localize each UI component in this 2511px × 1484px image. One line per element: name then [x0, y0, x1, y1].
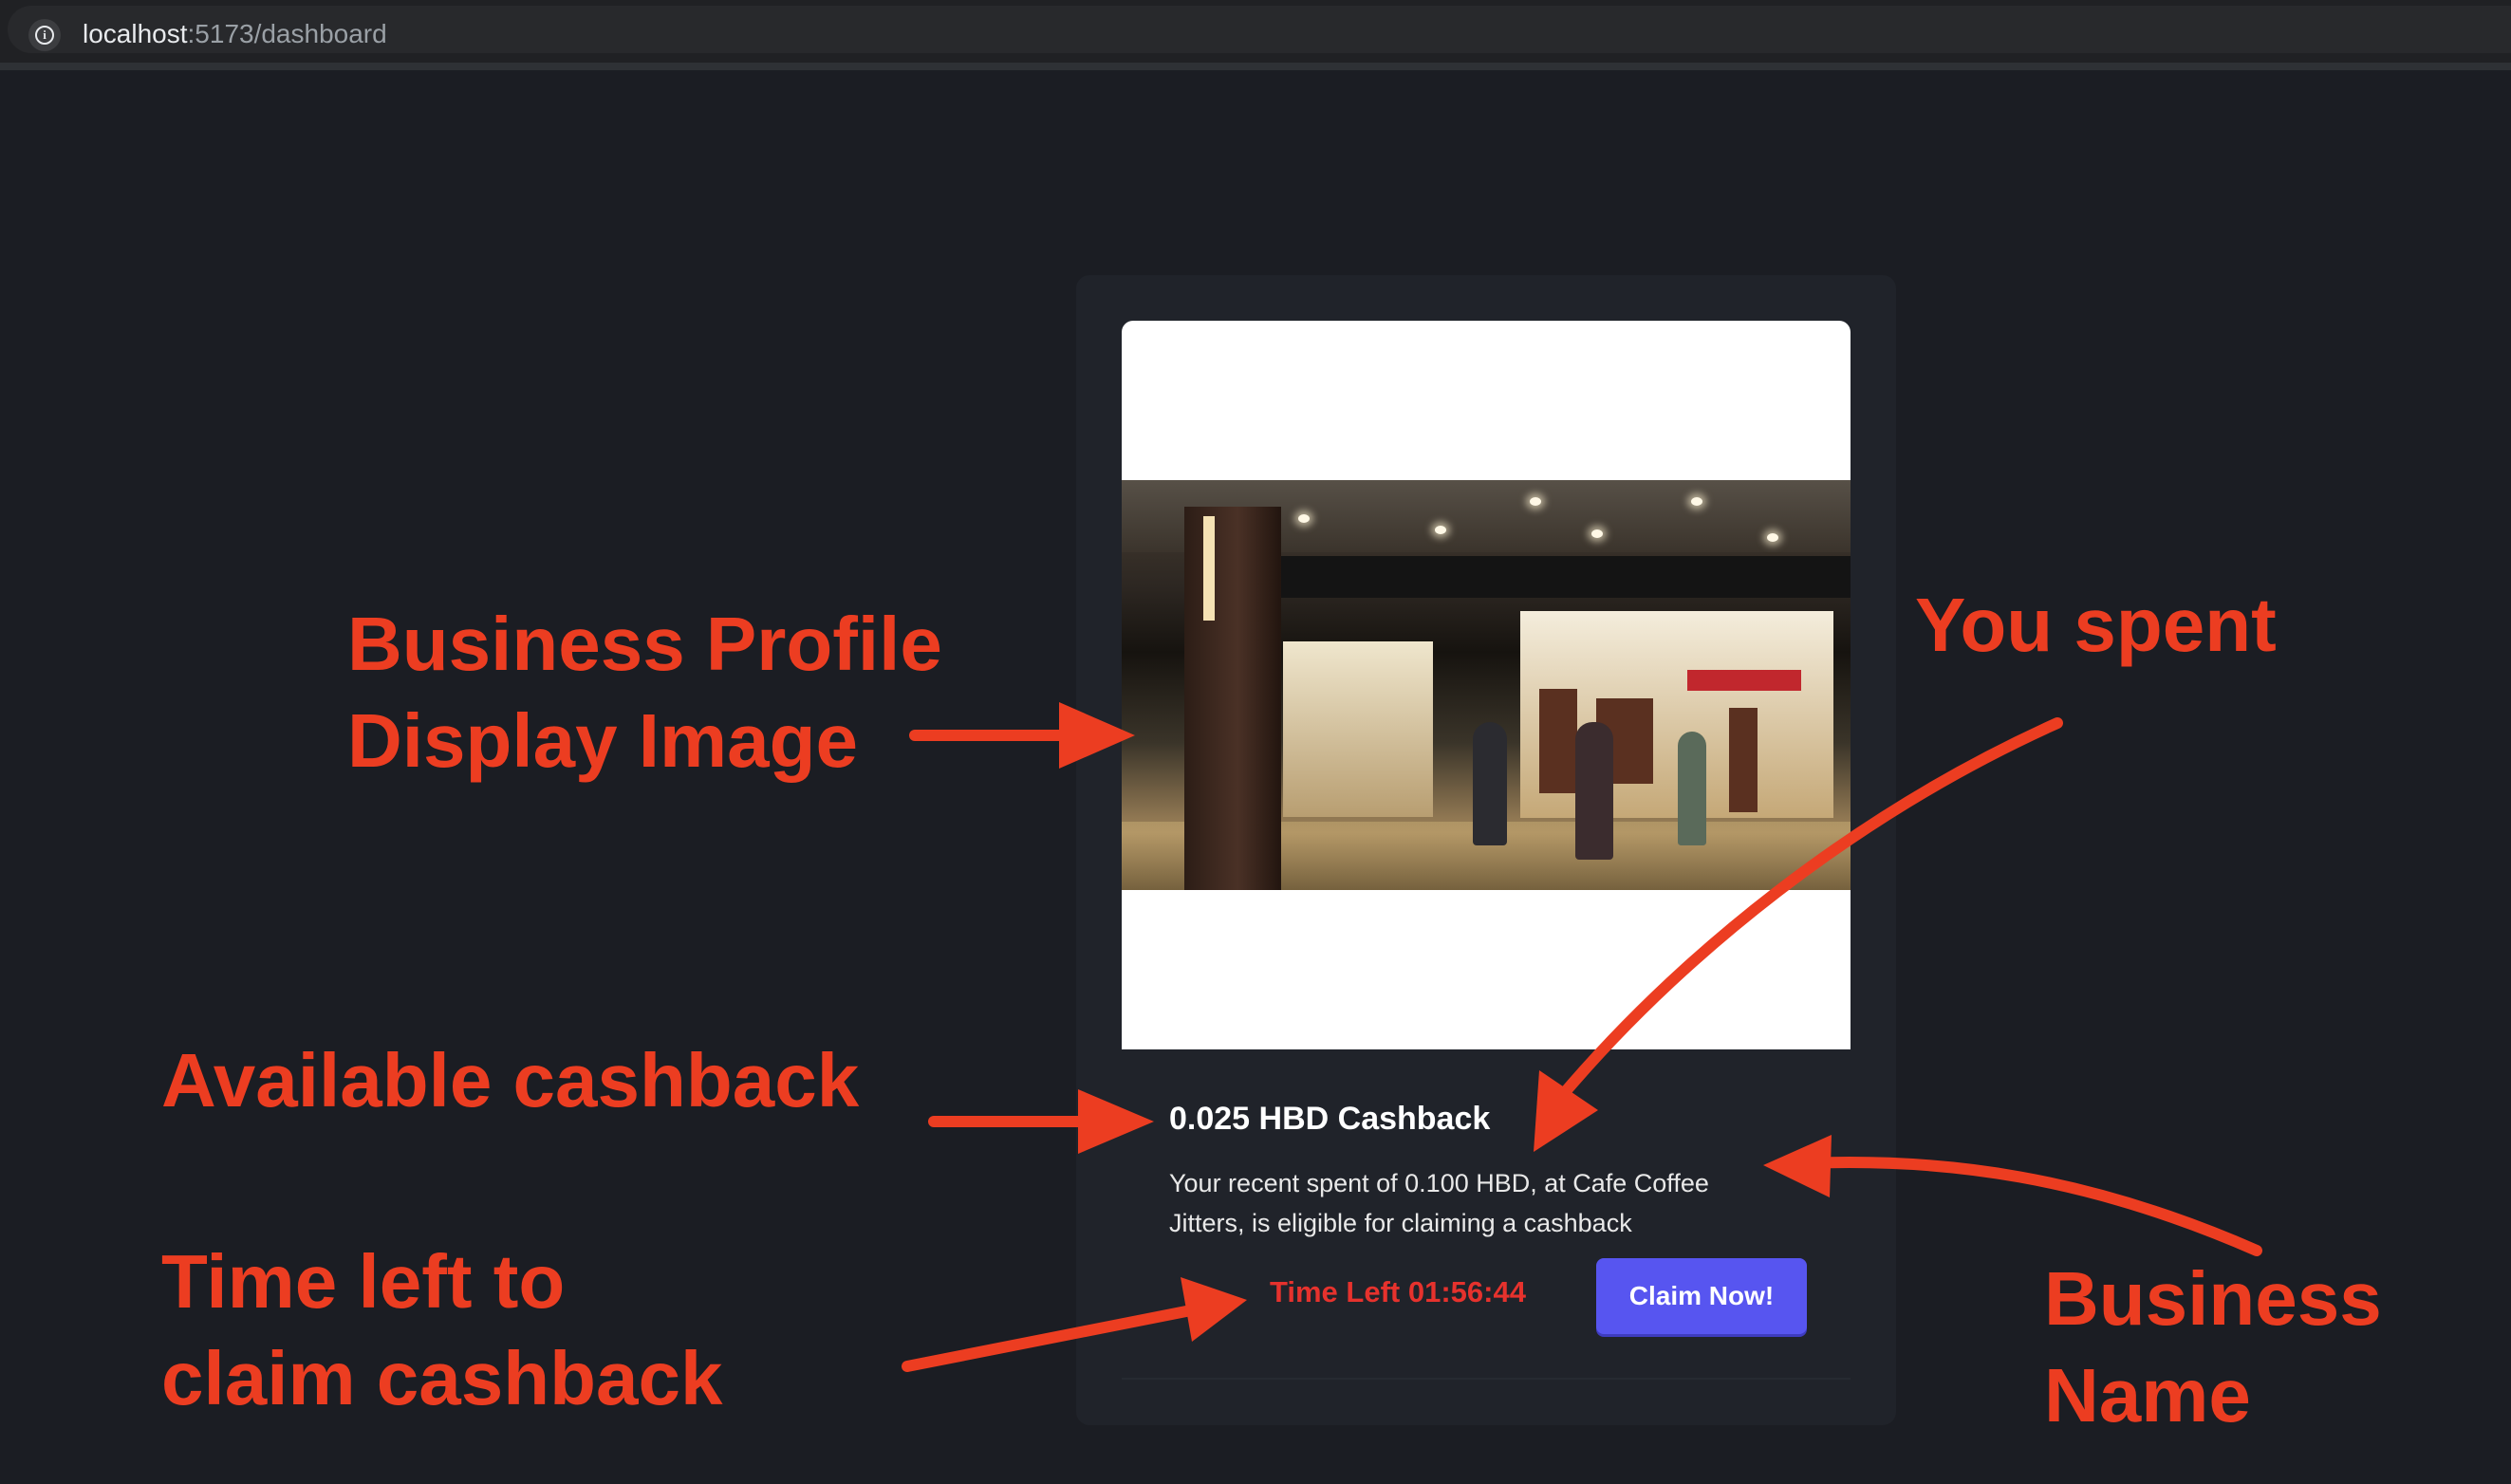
url-path: :5173/dashboard [187, 19, 387, 48]
annotation-time-left-line2: claim cashback [161, 1336, 723, 1420]
cashback-amount: 0.025 HBD Cashback [1169, 1101, 1491, 1137]
annotation-time-left-line1: Time left to [161, 1239, 566, 1324]
claim-now-button[interactable]: Claim Now! [1596, 1258, 1807, 1334]
url-text[interactable]: localhost:5173/dashboard [83, 18, 387, 50]
annotation-business-profile-line1: Business Profile [347, 602, 942, 686]
annotation-business-profile-line2: Display Image [347, 698, 859, 783]
cashback-card-content: 0.025 HBD Cashback Your recent spent of … [1122, 321, 1851, 1380]
business-profile-image-frame [1122, 321, 1851, 1049]
annotation-available-cashback: Available cashback [161, 1038, 860, 1122]
time-left-countdown: Time Left 01:56:44 [1270, 1275, 1526, 1308]
annotation-business-name-line2: Name [2044, 1353, 2251, 1438]
browser-address-bar: i localhost:5173/dashboard [0, 0, 2511, 70]
cashback-description: Your recent spent of 0.100 HBD, at Cafe … [1169, 1169, 1709, 1237]
url-host: localhost [83, 19, 188, 48]
annotation-you-spent: You spent [1915, 583, 2277, 667]
url-field[interactable]: i localhost:5173/dashboard [8, 6, 2511, 53]
info-icon[interactable]: i [28, 19, 61, 51]
annotation-business-name-line1: Business [2044, 1256, 2382, 1341]
business-profile-image [1122, 480, 1851, 890]
